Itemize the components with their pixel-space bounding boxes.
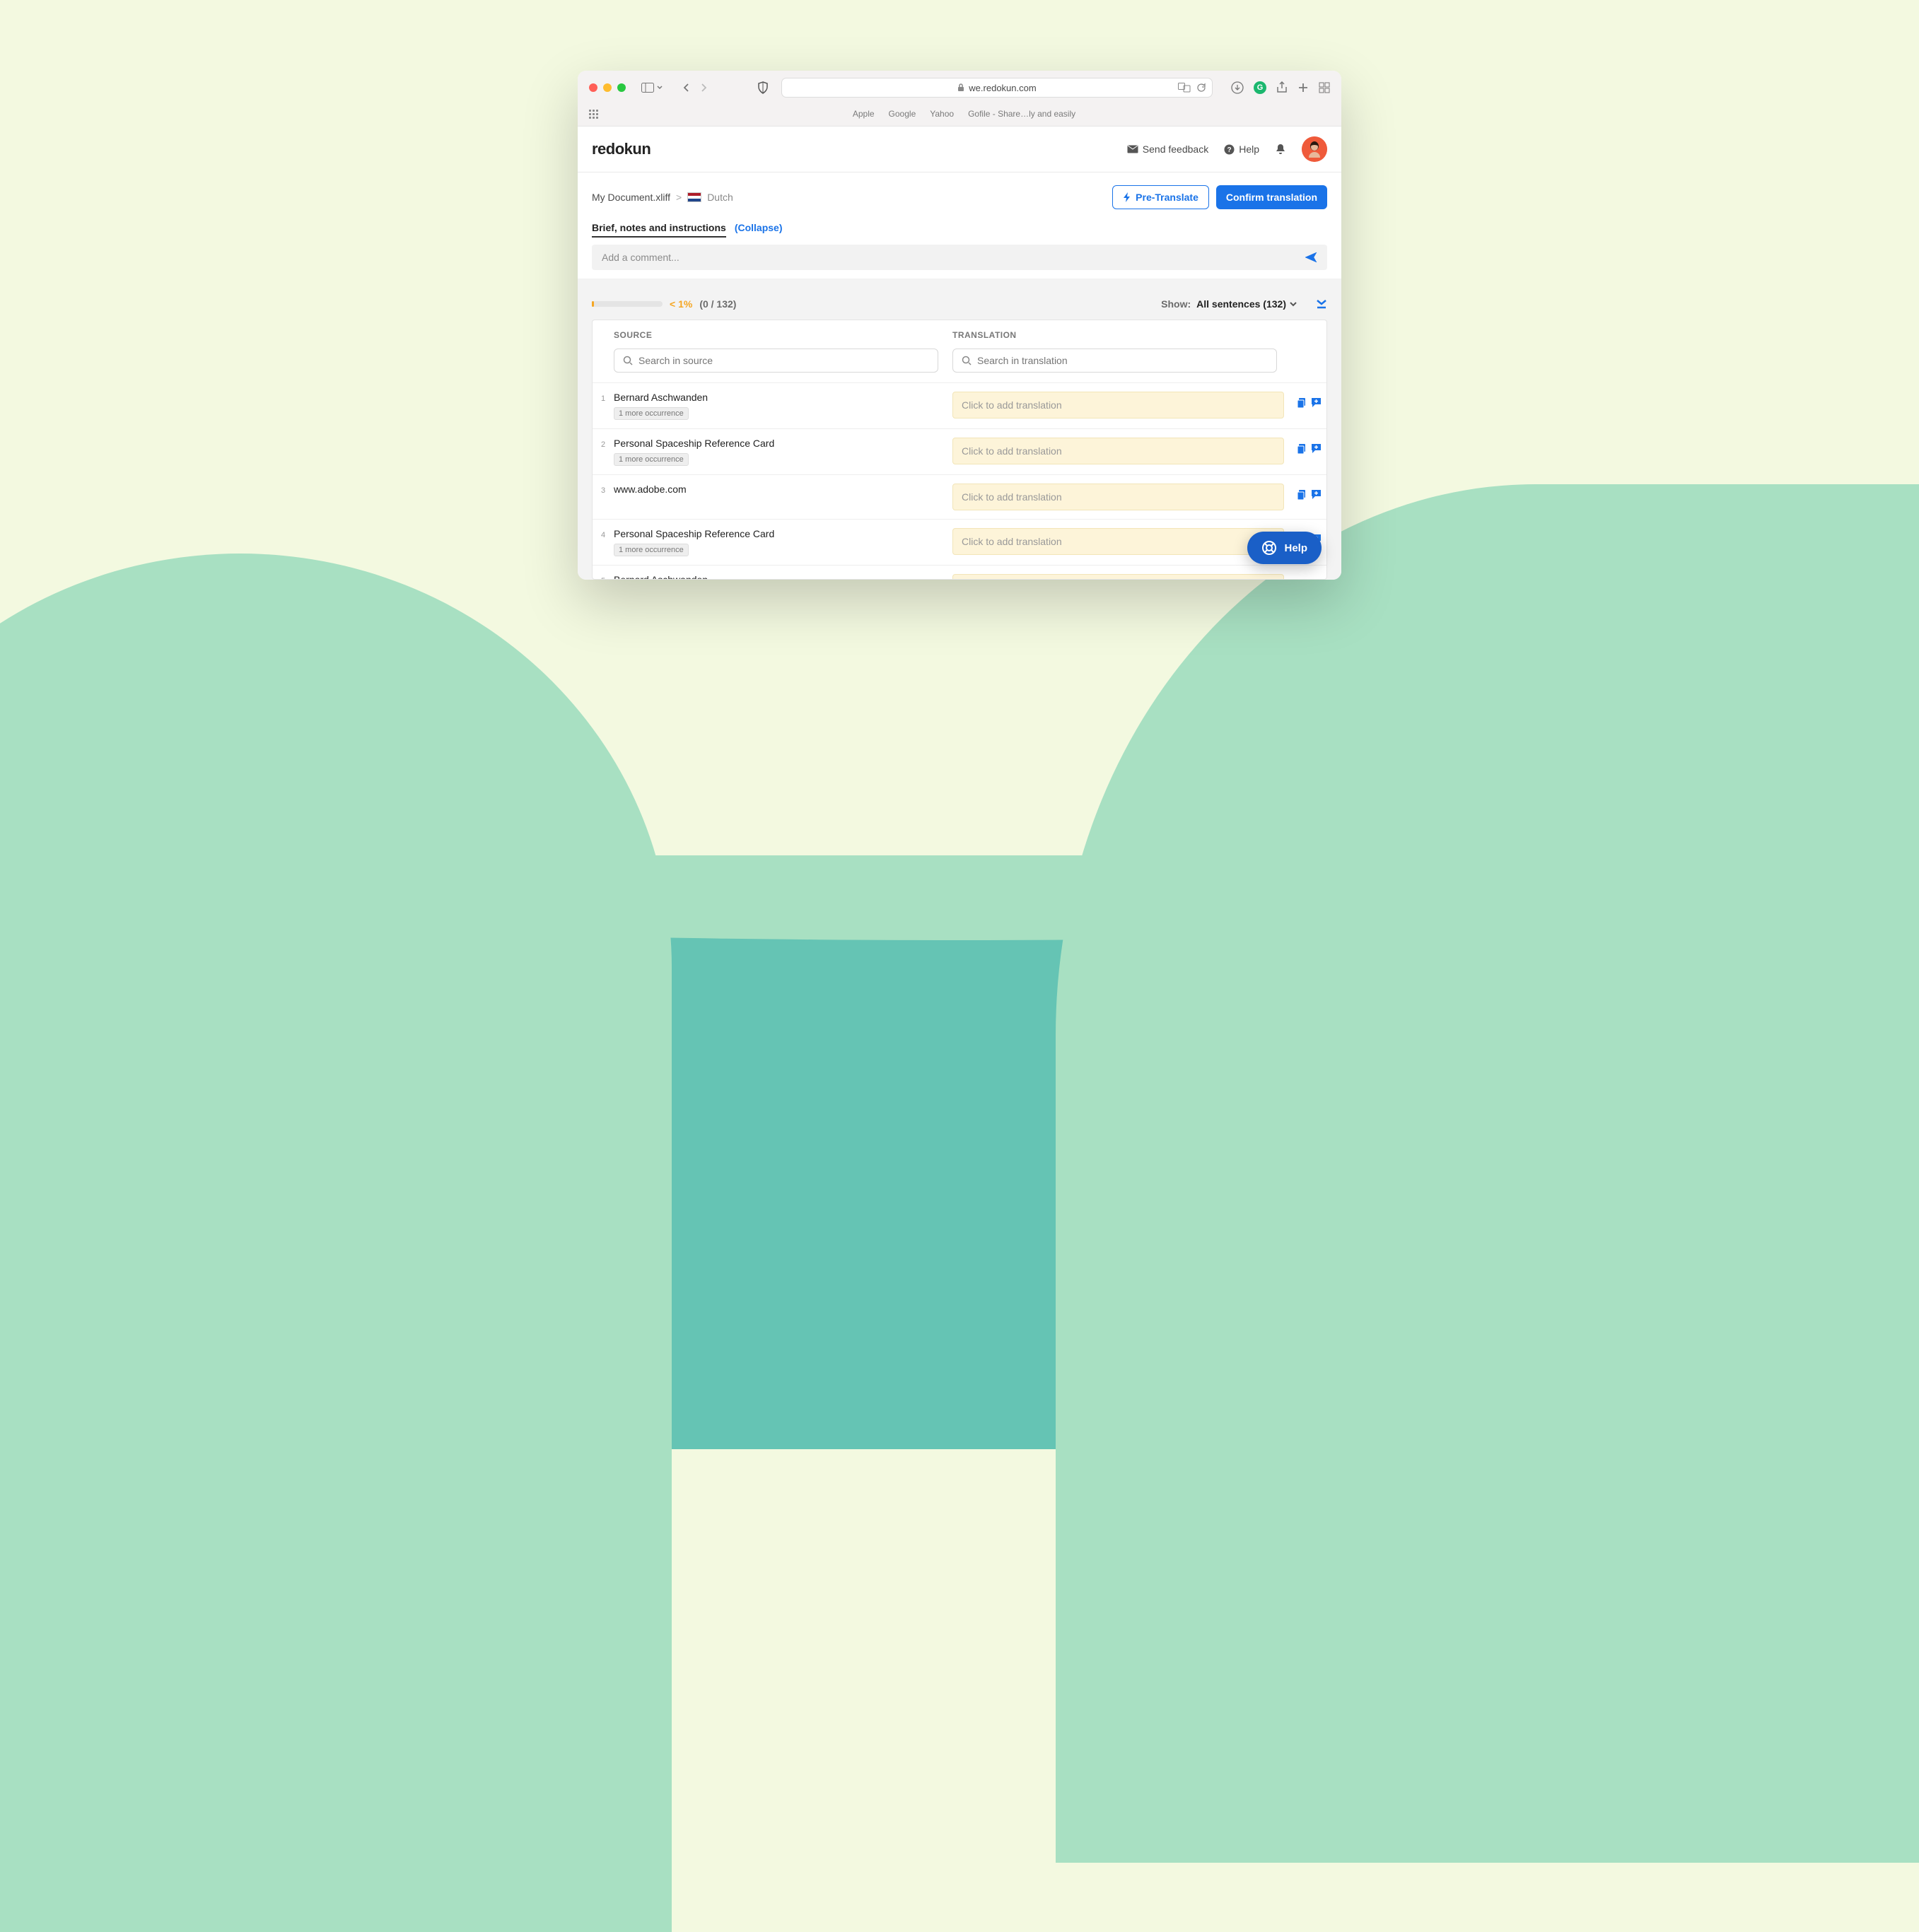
table-row: 2 Personal Spaceship Reference Card 1 mo… bbox=[593, 428, 1326, 474]
row-number: 4 bbox=[593, 528, 614, 539]
notifications-button[interactable] bbox=[1275, 143, 1286, 156]
privacy-shield-icon[interactable] bbox=[757, 81, 769, 94]
dutch-flag-icon bbox=[687, 192, 701, 202]
breadcrumb-document[interactable]: My Document.xliff bbox=[592, 192, 670, 203]
search-translation-input[interactable] bbox=[952, 349, 1277, 373]
chevron-down-icon bbox=[657, 85, 663, 90]
user-avatar[interactable] bbox=[1302, 136, 1327, 162]
table-row: 3 www.adobe.com Click to add translation bbox=[593, 474, 1326, 519]
chevron-down-icon bbox=[1289, 300, 1297, 308]
apps-grid-icon[interactable] bbox=[589, 110, 598, 119]
occurrence-badge[interactable]: 1 more occurrence bbox=[614, 544, 689, 556]
scroll-to-bottom-icon[interactable] bbox=[1316, 299, 1327, 309]
brief-title: Brief, notes and instructions bbox=[592, 222, 726, 238]
reload-icon[interactable] bbox=[1196, 83, 1206, 93]
help-link[interactable]: ? Help bbox=[1224, 144, 1259, 155]
source-text: www.adobe.com bbox=[614, 484, 938, 495]
occurrence-badge[interactable]: 1 more occurrence bbox=[614, 407, 689, 420]
lock-icon bbox=[957, 83, 964, 92]
table-row: 4 Personal Spaceship Reference Card 1 mo… bbox=[593, 519, 1326, 565]
sidebar-toggle-button[interactable] bbox=[641, 83, 663, 93]
progress-percent: < 1% bbox=[670, 298, 692, 310]
row-number: 1 bbox=[593, 392, 614, 403]
downloads-icon[interactable] bbox=[1231, 81, 1244, 94]
translation-input[interactable]: Click to add translation bbox=[952, 574, 1284, 580]
translation-input[interactable]: Click to add translation bbox=[952, 484, 1284, 510]
send-feedback-link[interactable]: Send feedback bbox=[1127, 144, 1208, 155]
bookmark-yahoo[interactable]: Yahoo bbox=[930, 109, 954, 119]
bookmark-google[interactable]: Google bbox=[889, 109, 916, 119]
bell-icon bbox=[1275, 143, 1286, 156]
search-icon bbox=[623, 356, 633, 365]
window-controls bbox=[589, 83, 626, 92]
breadcrumb-language: Dutch bbox=[707, 192, 733, 203]
comment-input[interactable]: Add a comment... bbox=[592, 245, 1327, 270]
bookmark-apple[interactable]: Apple bbox=[853, 109, 875, 119]
share-icon[interactable] bbox=[1276, 81, 1288, 94]
app-header: redokun Send feedback ? Help bbox=[578, 127, 1341, 172]
copy-source-icon[interactable] bbox=[1297, 443, 1307, 455]
column-source-header: SOURCE bbox=[614, 330, 952, 340]
add-comment-icon[interactable] bbox=[1311, 489, 1322, 500]
bolt-icon bbox=[1123, 192, 1131, 202]
bookmarks-bar: Apple Google Yahoo Gofile - Share…ly and… bbox=[598, 109, 1330, 119]
translation-input[interactable]: Click to add translation bbox=[952, 438, 1284, 464]
breadcrumb: My Document.xliff > Dutch bbox=[592, 192, 733, 203]
progress-bar bbox=[592, 301, 663, 307]
nav-back-button[interactable] bbox=[682, 83, 691, 93]
grammarly-icon[interactable]: G bbox=[1254, 81, 1266, 94]
collapse-link[interactable]: (Collapse) bbox=[735, 222, 783, 233]
send-comment-icon[interactable] bbox=[1305, 252, 1317, 263]
row-number: 5 bbox=[593, 574, 614, 580]
confirm-translation-button[interactable]: Confirm translation bbox=[1216, 185, 1327, 209]
add-comment-icon[interactable] bbox=[1311, 443, 1322, 455]
filter-show-label: Show: bbox=[1161, 298, 1191, 310]
source-text: Personal Spaceship Reference Card bbox=[614, 528, 938, 539]
copy-source-icon[interactable] bbox=[1297, 397, 1307, 409]
bookmark-gofile[interactable]: Gofile - Share…ly and easily bbox=[968, 109, 1075, 119]
translation-input[interactable]: Click to add translation bbox=[952, 392, 1284, 418]
url-bar[interactable]: we.redokun.com bbox=[781, 78, 1213, 98]
search-source-input[interactable] bbox=[614, 349, 938, 373]
question-icon: ? bbox=[1224, 144, 1235, 155]
row-number: 3 bbox=[593, 484, 614, 495]
nav-forward-button[interactable] bbox=[699, 83, 708, 93]
logo[interactable]: redokun bbox=[592, 140, 651, 158]
copy-source-icon[interactable] bbox=[1297, 489, 1307, 500]
translation-input[interactable]: Click to add translation bbox=[952, 528, 1284, 555]
search-icon bbox=[962, 356, 972, 365]
minimize-window-button[interactable] bbox=[603, 83, 612, 92]
source-text: Bernard Aschwanden bbox=[614, 574, 938, 580]
lifebuoy-icon bbox=[1261, 540, 1277, 556]
source-text: Personal Spaceship Reference Card bbox=[614, 438, 938, 449]
pre-translate-button[interactable]: Pre-Translate bbox=[1112, 185, 1209, 209]
breadcrumb-separator: > bbox=[676, 192, 682, 203]
tab-overview-icon[interactable] bbox=[1319, 82, 1330, 93]
table-row: 1 Bernard Aschwanden 1 more occurrence C… bbox=[593, 382, 1326, 428]
browser-chrome: we.redokun.com G Apple Google Y bbox=[578, 71, 1341, 127]
source-text: Bernard Aschwanden bbox=[614, 392, 938, 403]
new-tab-icon[interactable] bbox=[1297, 82, 1309, 93]
row-number: 2 bbox=[593, 438, 614, 449]
filter-dropdown[interactable]: All sentences (132) bbox=[1196, 298, 1297, 310]
maximize-window-button[interactable] bbox=[617, 83, 626, 92]
comment-placeholder: Add a comment... bbox=[602, 252, 1305, 263]
close-window-button[interactable] bbox=[589, 83, 597, 92]
progress-count: (0 / 132) bbox=[699, 298, 736, 310]
translate-icon[interactable] bbox=[1178, 83, 1191, 93]
svg-text:?: ? bbox=[1227, 146, 1232, 154]
table-row: 5 Bernard Aschwanden Click to add transl… bbox=[593, 565, 1326, 580]
browser-window: we.redokun.com G Apple Google Y bbox=[578, 71, 1341, 580]
envelope-icon bbox=[1127, 145, 1138, 153]
translation-table: SOURCE TRANSLATION 1 Bernard Aschwanden bbox=[592, 320, 1327, 580]
add-comment-icon[interactable] bbox=[1311, 397, 1322, 409]
occurrence-badge[interactable]: 1 more occurrence bbox=[614, 453, 689, 466]
url-text: we.redokun.com bbox=[969, 83, 1036, 93]
column-translation-header: TRANSLATION bbox=[952, 330, 1291, 340]
help-widget-button[interactable]: Help bbox=[1247, 532, 1322, 564]
